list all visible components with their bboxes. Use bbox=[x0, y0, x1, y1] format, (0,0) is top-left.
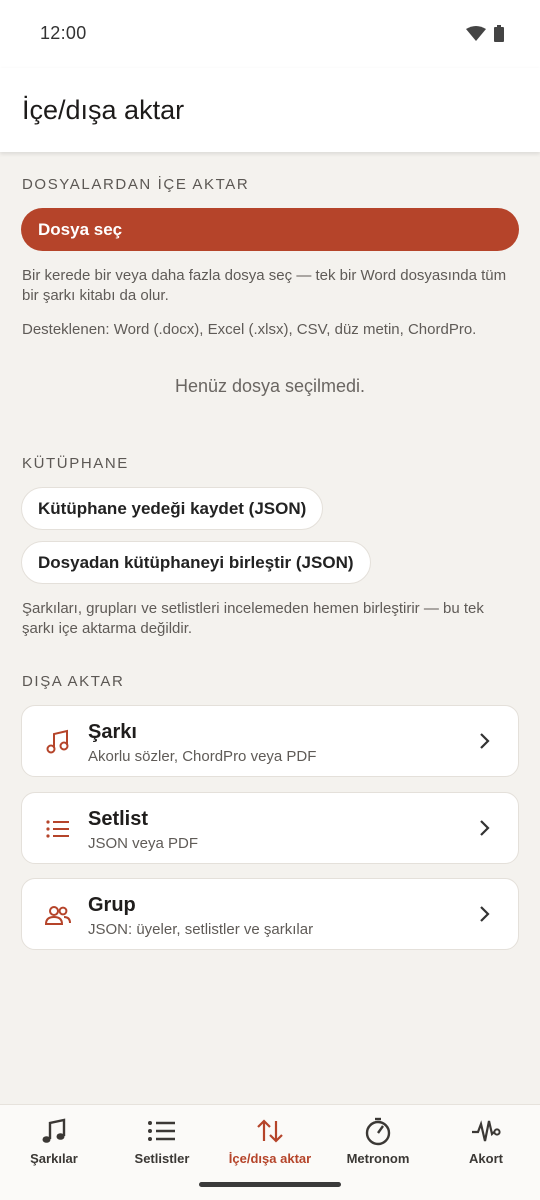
music-note-icon bbox=[46, 729, 69, 754]
nav-label-tuner: Akort bbox=[469, 1151, 503, 1166]
import-export-icon bbox=[257, 1119, 283, 1143]
chevron-right-icon bbox=[480, 733, 490, 749]
export-setlist-card[interactable]: Setlist JSON veya PDF bbox=[21, 792, 519, 864]
export-setlist-subtitle: JSON veya PDF bbox=[88, 835, 199, 852]
tuner-icon bbox=[472, 1120, 501, 1142]
status-bar: 12:00 bbox=[0, 0, 540, 68]
export-group-card[interactable]: Grup JSON: üyeler, setlistler ve şarkıla… bbox=[21, 878, 519, 950]
music-note-icon bbox=[42, 1118, 66, 1143]
nav-label-metronome: Metronom bbox=[346, 1151, 410, 1166]
list-icon bbox=[46, 820, 69, 838]
save-library-backup-button[interactable]: Kütüphane yedeği kaydet (JSON) bbox=[21, 487, 324, 530]
list-icon bbox=[148, 1121, 175, 1141]
export-setlist-title: Setlist bbox=[88, 808, 149, 830]
chevron-right-icon bbox=[480, 820, 490, 836]
wifi-icon bbox=[466, 25, 486, 41]
page-title: İçe/dışa aktar bbox=[22, 95, 185, 125]
metronome-icon bbox=[365, 1117, 391, 1146]
home-indicator bbox=[199, 1182, 341, 1187]
export-section-header: DIŞA AKTAR bbox=[22, 673, 125, 690]
merge-library-label: Dosyadan kütüphaneyi birleştir (JSON) bbox=[38, 552, 354, 572]
nav-item-tuner[interactable]: Akort bbox=[432, 1105, 540, 1200]
nav-label-setlists: Setlistler bbox=[134, 1151, 190, 1166]
supported-formats-text: Desteklenen: Word (.docx), Excel (.xlsx)… bbox=[22, 321, 477, 338]
empty-state-text: Henüz dosya seçilmedi. bbox=[174, 376, 366, 396]
chevron-right-icon bbox=[480, 906, 490, 922]
export-group-subtitle: JSON: üyeler, setlistler ve şarkılar bbox=[88, 921, 314, 938]
battery-icon bbox=[494, 25, 504, 42]
save-library-backup-label: Kütüphane yedeği kaydet (JSON) bbox=[38, 498, 307, 518]
library-section-header: KÜTÜPHANE bbox=[22, 455, 129, 472]
nav-label-import-export: İçe/dışa aktar bbox=[228, 1151, 312, 1166]
export-song-subtitle: Akorlu sözler, ChordPro veya PDF bbox=[88, 748, 317, 765]
choose-file-button[interactable]: Dosya seç bbox=[21, 208, 519, 251]
choose-file-label: Dosya seç bbox=[38, 219, 123, 239]
import-help-text: Bir kerede bir veya daha fazla dosya seç… bbox=[22, 267, 507, 304]
library-help-text: Şarkıları, grupları ve setlistleri incel… bbox=[22, 600, 484, 637]
status-icons bbox=[466, 25, 504, 42]
export-song-title: Şarkı bbox=[88, 721, 137, 743]
nav-label-songs: Şarkılar bbox=[30, 1151, 78, 1166]
export-group-title: Grup bbox=[88, 894, 136, 916]
merge-library-button[interactable]: Dosyadan kütüphaneyi birleştir (JSON) bbox=[21, 541, 371, 584]
import-section-header: DOSYALARDAN İÇE AKTAR bbox=[22, 176, 250, 193]
app-bar: İçe/dışa aktar bbox=[0, 68, 540, 152]
export-song-card[interactable]: Şarkı Akorlu sözler, ChordPro veya PDF bbox=[21, 705, 519, 777]
people-icon bbox=[44, 906, 71, 925]
nav-item-songs[interactable]: Şarkılar bbox=[0, 1105, 108, 1200]
status-time: 12:00 bbox=[40, 23, 87, 43]
